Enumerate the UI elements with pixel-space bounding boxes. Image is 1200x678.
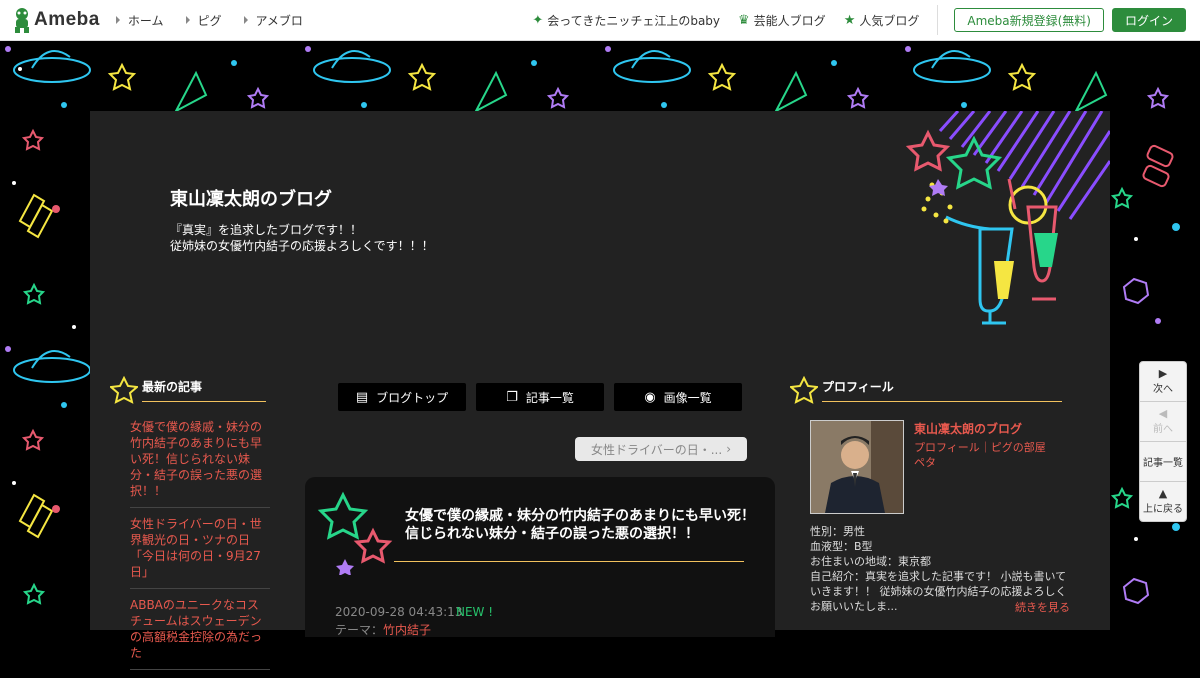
latest-post-item[interactable]: 女性ドライバーの日・世界観光の日・ツナの日「今日は何の日・9月27日」 bbox=[130, 516, 270, 589]
divider bbox=[937, 5, 939, 35]
next-post-label: 女性ドライバーの日・... bbox=[590, 442, 723, 457]
celebrity-blog-link[interactable]: ♛ 芸能人ブログ bbox=[738, 12, 826, 29]
nav-home[interactable]: ホーム bbox=[115, 12, 164, 29]
ameba-mascot-icon bbox=[15, 8, 29, 33]
latest-post-item[interactable]: 女優で僕の縁戚・妹分の竹内結子のあまりにも早い死！信じられない妹分・結子の誤った… bbox=[130, 419, 270, 508]
crown-icon: ♛ bbox=[738, 12, 750, 28]
theme-label: テーマ： bbox=[335, 623, 384, 637]
blog-desc-line2: 従姉妹の女優竹内結子の応援よろしくです！！！ bbox=[170, 239, 434, 253]
blog-top-button[interactable]: ▤ ブログトップ bbox=[338, 383, 466, 411]
theme-link[interactable]: 竹内結子 bbox=[383, 623, 431, 637]
copy-icon: ❐ bbox=[506, 389, 518, 405]
register-button[interactable]: Ameba新規登録(無料) bbox=[954, 8, 1104, 32]
logo-text: Ameba bbox=[34, 9, 100, 30]
trending-link[interactable]: ✦ 会ってきたニッチェ江上のbaby bbox=[532, 12, 720, 29]
profile-avatar[interactable] bbox=[810, 420, 904, 514]
star-outline-icon bbox=[945, 135, 1003, 190]
article-date: 2020-09-28 04:43:13 bbox=[335, 605, 463, 619]
nav-pigg-label: ピグ bbox=[197, 13, 222, 28]
image-list-label: 画像一覧 bbox=[663, 390, 712, 405]
blog-title[interactable]: 東山凜太朗のブログ bbox=[170, 185, 332, 211]
trending-label: 会ってきたニッチェ江上のbaby bbox=[547, 13, 721, 28]
lipstick-decoration bbox=[18, 193, 54, 539]
star-outline-icon bbox=[110, 376, 138, 404]
floating-nav: ▶ 次へ ◀ 前へ 記事一覧 ▲ 上に戻る bbox=[1139, 361, 1187, 522]
read-more-link[interactable]: 続きを見る bbox=[1015, 599, 1070, 615]
back-to-top-button[interactable]: ▲ 上に戻る bbox=[1140, 482, 1186, 521]
next-button[interactable]: ▶ 次へ bbox=[1140, 362, 1186, 402]
camera-icon: ◉ bbox=[644, 389, 656, 405]
popular-blog-label: 人気ブログ bbox=[859, 13, 920, 28]
post-list-button[interactable]: ❐ 記事一覧 bbox=[476, 383, 604, 411]
right-links: ✦ 会ってきたニッチェ江上のbaby ♛ 芸能人ブログ ★ 人気ブログ Ameba新規… bbox=[532, 5, 1200, 35]
prev-button[interactable]: ◀ 前へ bbox=[1140, 402, 1186, 442]
image-list-button[interactable]: ◉ 画像一覧 bbox=[614, 383, 742, 411]
title-underline bbox=[394, 561, 744, 562]
sparkle-icon: ✦ bbox=[532, 12, 544, 28]
star-outline-icon bbox=[905, 129, 951, 172]
triangle-right-icon bbox=[115, 16, 120, 24]
profile-name[interactable]: 東山凜太朗のブログ bbox=[914, 420, 1022, 437]
chevron-right-icon: › bbox=[726, 442, 732, 456]
next-post-button[interactable]: 女性ドライバーの日・... › bbox=[575, 437, 747, 461]
star-decoration bbox=[107, 62, 1037, 91]
nav-pigg[interactable]: ピグ bbox=[185, 12, 222, 29]
post-list-label: 記事一覧 bbox=[525, 390, 574, 405]
post-list-float-label: 記事一覧 bbox=[1143, 458, 1183, 469]
triangle-right-icon bbox=[185, 16, 190, 24]
nav-ameblo-label: アメブロ bbox=[255, 13, 303, 28]
latest-posts-list: 女優で僕の縁戚・妹分の竹内結子のあまりにも早い死！信じられない妹分・結子の誤った… bbox=[130, 419, 270, 678]
article-card: 女優で僕の縁戚・妹分の竹内結子のあまりにも早い死！信じられない妹分・結子の誤った… bbox=[305, 477, 775, 637]
popular-blog-link[interactable]: ★ 人気ブログ bbox=[844, 12, 920, 29]
pigg-room-link[interactable]: ピグの部屋 bbox=[991, 441, 1046, 454]
blog-desc-line1: 『真実』を追求したブログです！！ bbox=[170, 223, 363, 237]
ameba-logo[interactable]: Ameba bbox=[12, 0, 100, 40]
nav-home-label: ホーム bbox=[127, 13, 164, 28]
document-icon: ▤ bbox=[355, 389, 369, 405]
prev-label: 前へ bbox=[1153, 424, 1173, 435]
new-badge: NEW ! bbox=[456, 605, 494, 619]
profile-location: お住まいの地域：東京都 bbox=[810, 555, 931, 568]
peta-link[interactable]: ペタ bbox=[914, 456, 936, 469]
blog-panel: 東山凜太朗のブログ 『真実』を追求したブログです！！ 従姉妹の女優竹内結子の応援… bbox=[90, 111, 1110, 670]
celebrity-blog-label: 芸能人ブログ bbox=[753, 13, 826, 28]
star-cluster-icon bbox=[317, 491, 393, 575]
latest-posts-title: 最新の記事 bbox=[142, 378, 266, 402]
star-icon: ★ bbox=[843, 12, 856, 28]
star-outline-icon bbox=[790, 376, 818, 404]
nav-ameblo[interactable]: アメブロ bbox=[243, 12, 303, 29]
play-reverse-icon: ◀ bbox=[1158, 407, 1168, 420]
next-label: 次へ bbox=[1153, 384, 1173, 395]
latest-post-item[interactable]: ABBAのユニークなコスチュームはスウェーデンの高額税金控除の為だった bbox=[130, 597, 270, 670]
profile-gender: 性別：男性 bbox=[810, 525, 865, 538]
blog-top-label: ブログトップ bbox=[376, 390, 449, 405]
back-to-top-label: 上に戻る bbox=[1143, 504, 1183, 515]
profile-links: プロフィール｜ピグの部屋 ペタ bbox=[914, 440, 1064, 470]
header-illustration bbox=[905, 111, 1110, 325]
triangle-right-icon bbox=[243, 16, 248, 24]
profile-heading: プロフィール bbox=[790, 376, 1062, 404]
profile-blood: 血液型：B型 bbox=[810, 540, 873, 553]
link-separator: ｜ bbox=[979, 441, 991, 454]
login-button[interactable]: ログイン bbox=[1111, 8, 1186, 32]
blog-description: 『真実』を追求したブログです！！ 従姉妹の女優竹内結子の応援よろしくです！！！ bbox=[170, 222, 434, 254]
main-nav: ホーム ピグ アメブロ bbox=[115, 12, 325, 29]
latest-posts-heading: 最新の記事 bbox=[110, 376, 266, 404]
profile-link[interactable]: プロフィール bbox=[914, 441, 980, 454]
top-bar: Ameba ホーム ピグ アメブロ ✦ 会ってきたニッチェ江上のbaby ♛ 芸能人… bbox=[0, 0, 1200, 41]
triangle-up-icon: ▲ bbox=[1158, 487, 1168, 500]
article-title[interactable]: 女優で僕の縁戚・妹分の竹内結子のあまりにも早い死！信じられない妹分・結子の誤った… bbox=[405, 507, 765, 543]
play-icon: ▶ bbox=[1158, 367, 1168, 380]
profile-title: プロフィール bbox=[822, 378, 1062, 402]
post-list-float-button[interactable]: 記事一覧 bbox=[1140, 442, 1186, 482]
avatar-photo bbox=[811, 421, 903, 513]
